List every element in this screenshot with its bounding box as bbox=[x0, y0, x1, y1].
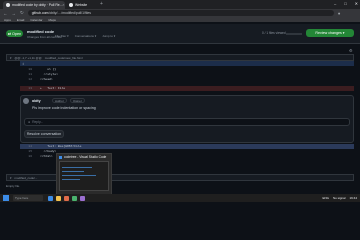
chevron-down-icon[interactable]: ▾ bbox=[10, 56, 12, 60]
bookmark-calendar[interactable]: Calendar bbox=[30, 18, 42, 22]
review-changes-button[interactable]: Review changes ▾ bbox=[306, 29, 354, 37]
file-header: ▾ @@ -1,7 +1,11 @@ modified_code/new_fil… bbox=[6, 54, 354, 61]
chevron-down-icon[interactable]: ▾ bbox=[10, 176, 12, 180]
pr-title: modified code bbox=[27, 29, 55, 34]
reply-input[interactable]: ● Reply... bbox=[24, 118, 350, 126]
line-text: </head> bbox=[40, 78, 53, 81]
browser-tab[interactable]: Website bbox=[66, 1, 98, 9]
thumbnail-line bbox=[62, 167, 92, 168]
taskbar-search[interactable]: Type here bbox=[13, 195, 43, 201]
github-icon bbox=[6, 3, 10, 7]
thumbnail-line bbox=[62, 175, 96, 176]
profile-icon[interactable]: ● bbox=[338, 11, 341, 16]
address-bar[interactable]: github.com /obity/..../modified/pull/1/f… bbox=[27, 10, 334, 16]
expand-icon[interactable]: ⇕ bbox=[22, 62, 25, 66]
diff-line-changed: 13 + Text: File bbox=[20, 86, 354, 91]
tab-label: modified code by obity · Pull Re... bbox=[12, 3, 63, 7]
bookmark-apps[interactable]: Apps bbox=[4, 18, 11, 22]
gear-icon[interactable]: ⚙ bbox=[349, 48, 353, 53]
tab-label: Website bbox=[75, 3, 88, 7]
line-number[interactable]: 14 bbox=[20, 145, 34, 148]
pr-open-icon: ⇄ bbox=[7, 32, 11, 36]
line-number[interactable]: 16 bbox=[20, 155, 34, 158]
hunk-header bbox=[20, 61, 354, 66]
pr-state-badge: ⇄ Open bbox=[6, 30, 23, 37]
language-indicator[interactable]: ENG bbox=[322, 196, 329, 200]
url-path: /obity/..../modified/pull/1/files bbox=[48, 11, 91, 15]
taskbar-app-icon[interactable] bbox=[48, 195, 53, 201]
file-name[interactable]: modified_code/... bbox=[15, 176, 38, 180]
taskbar-apps bbox=[48, 195, 85, 201]
diff-filter-row: File filter ▾ Conversations ▾ Jump to ▾ bbox=[55, 34, 115, 38]
browser-toolbar: ← → ↻ github.com /obity/..../modified/pu… bbox=[0, 9, 360, 17]
clock[interactable]: 19:44 bbox=[349, 196, 357, 200]
new-tab-button[interactable]: + bbox=[100, 1, 103, 7]
url-host: github.com bbox=[31, 11, 49, 15]
diff-line: 12 </head> bbox=[20, 77, 354, 82]
files-viewed-progress bbox=[286, 33, 302, 35]
windows-start-icon[interactable] bbox=[3, 195, 9, 201]
file-filter-dropdown[interactable]: File filter ▾ bbox=[55, 34, 69, 38]
line-number[interactable]: 15 bbox=[20, 150, 34, 153]
line-number[interactable]: 12 bbox=[20, 78, 34, 81]
jump-to-dropdown[interactable]: Jump to ▾ bbox=[102, 34, 115, 38]
avatar[interactable] bbox=[23, 98, 29, 104]
bookmark-maps[interactable]: Maps bbox=[49, 18, 56, 22]
preview-thumbnail[interactable] bbox=[59, 161, 109, 191]
forward-icon[interactable]: → bbox=[12, 11, 17, 16]
taskbar-app-icon[interactable] bbox=[56, 195, 61, 201]
line-text: ul {} bbox=[40, 68, 57, 71]
taskbar-app-icon[interactable] bbox=[64, 195, 69, 201]
globe-icon bbox=[69, 3, 73, 7]
line-number[interactable]: 10 bbox=[20, 68, 34, 71]
comment-author[interactable]: obity bbox=[32, 99, 41, 103]
vscode-icon bbox=[59, 155, 62, 159]
empty-file-note: Empty file. bbox=[6, 184, 21, 188]
close-tab-icon[interactable]: × bbox=[63, 3, 65, 7]
conversations-dropdown[interactable]: Conversations ▾ bbox=[75, 34, 97, 38]
thumbnail-line bbox=[62, 171, 84, 172]
preview-title: codetree - Visual Studio Code bbox=[59, 155, 106, 159]
taskbar: Type here ENG No signal 19:44 bbox=[0, 194, 360, 202]
bookmarks-bar: Apps Email Calendar Maps bbox=[0, 17, 360, 22]
line-text: + Text: File bbox=[40, 87, 66, 90]
maximize-button[interactable]: □ bbox=[344, 1, 346, 6]
line-number[interactable]: 11 bbox=[20, 73, 34, 76]
browser-tab-active[interactable]: modified code by obity · Pull Re... × bbox=[3, 1, 65, 9]
taskbar-app-icon[interactable] bbox=[80, 195, 85, 201]
screen: modified code by obity · Pull Re... × We… bbox=[0, 0, 360, 202]
window-controls: – □ ✕ bbox=[334, 1, 358, 6]
line-text: Text: Box{HOST/File bbox=[40, 145, 82, 148]
author-badge: Author bbox=[52, 98, 67, 103]
close-window-button[interactable]: ✕ bbox=[355, 1, 358, 6]
file-name[interactable]: modified_code/new_file.html bbox=[45, 56, 83, 60]
comment-body: Pls improve code indentation or spacing bbox=[32, 106, 96, 110]
resolve-conversation-button[interactable]: Resolve conversation bbox=[24, 130, 64, 138]
file-line-count: @@ -1,7 +1,11 @@ bbox=[14, 55, 42, 60]
network-status[interactable]: No signal bbox=[333, 196, 346, 200]
back-icon[interactable]: ← bbox=[3, 11, 8, 16]
bookmark-email[interactable]: Email bbox=[17, 18, 25, 22]
owner-badge: Owner bbox=[70, 98, 85, 103]
thumbnail-line bbox=[62, 179, 80, 180]
line-text: </body> bbox=[40, 150, 57, 153]
minimize-button[interactable]: – bbox=[334, 1, 336, 6]
avatar-small: ● bbox=[28, 120, 31, 124]
line-number[interactable]: 13 bbox=[20, 87, 34, 90]
system-tray: ENG No signal 19:44 bbox=[322, 196, 357, 200]
taskbar-app-icon[interactable] bbox=[72, 195, 77, 201]
reload-icon[interactable]: ↻ bbox=[20, 10, 24, 16]
line-text: </html> bbox=[40, 155, 53, 158]
files-viewed-counter: 0 / 1 files viewed bbox=[262, 31, 286, 35]
line-text: </style> bbox=[40, 73, 59, 76]
